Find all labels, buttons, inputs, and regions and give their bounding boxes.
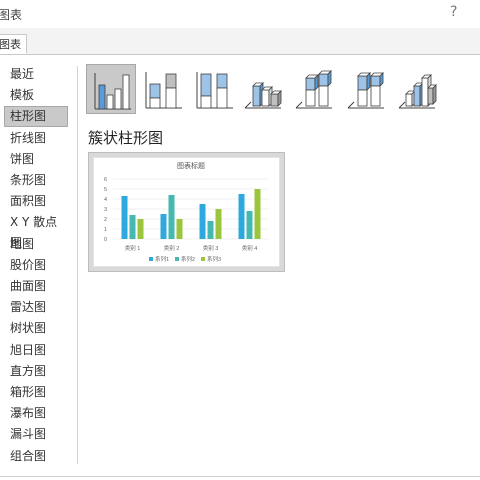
sidebar-item[interactable]: 旭日图 xyxy=(4,340,68,361)
legend-label: 系列1 xyxy=(155,255,169,263)
bar xyxy=(215,209,222,239)
chart-type-list: 最近 模板 柱形图 折线图 饼图 条形图 面积图 X Y 散点图 地图 股价图 曲面图 雷达图 树状图旭… xyxy=(0,64,72,468)
y-tick-label: 1 xyxy=(104,227,107,233)
y-tick-label: 6 xyxy=(104,177,107,183)
bar xyxy=(207,221,214,239)
legend-swatch xyxy=(201,257,205,261)
clustered-column-icon[interactable] xyxy=(86,64,136,114)
3d-clustered-column-icon[interactable] xyxy=(241,64,291,114)
preview-chart: 图表标题 0 1 2 3 4 5 6 类别 1 类别 2 类别 3 类别 4 系列1 系列2 系列3 xyxy=(104,161,269,263)
bar xyxy=(160,214,167,239)
3d-column-icon[interactable] xyxy=(395,64,445,114)
tab-chart[interactable]: 图表 xyxy=(0,34,27,54)
bar xyxy=(129,215,136,239)
legend-label: 系列3 xyxy=(207,255,221,263)
sidebar-item[interactable]: X Y 散点图 xyxy=(4,212,68,250)
bar xyxy=(254,189,261,239)
bar xyxy=(199,204,206,239)
sidebar-item[interactable]: 曲面图 xyxy=(4,276,68,297)
y-tick-label: 0 xyxy=(104,237,107,243)
sidebar-item[interactable]: 折线图 xyxy=(4,128,68,149)
legend-swatch xyxy=(175,257,179,261)
chart-subtype-title: 簇状柱形图 xyxy=(88,129,164,147)
window-title: 图表 xyxy=(0,8,23,22)
sidebar-item[interactable]: 漏斗图 xyxy=(4,424,68,445)
3d-percent-stacked-column-icon[interactable] xyxy=(344,64,394,114)
x-tick-label: 类别 3 xyxy=(203,244,219,252)
bar xyxy=(246,211,253,239)
divider xyxy=(77,66,78,464)
sidebar-item[interactable]: 面积图 xyxy=(4,191,68,212)
sidebar-item[interactable]: 直方图 xyxy=(4,361,68,382)
sidebar-item[interactable]: 股价图 xyxy=(4,255,68,276)
sidebar-item[interactable]: 条形图 xyxy=(4,170,68,191)
sidebar-item[interactable]: 模板 xyxy=(4,85,68,106)
y-tick-label: 5 xyxy=(104,187,107,193)
sidebar-item[interactable]: 瀑布图 xyxy=(4,403,68,424)
3d-stacked-column-icon[interactable] xyxy=(292,64,342,114)
sidebar-item[interactable]: 箱形图 xyxy=(4,382,68,403)
legend-swatch xyxy=(149,257,153,261)
sidebar-item[interactable]: 组合图 xyxy=(4,446,68,467)
bar xyxy=(137,219,144,239)
x-tick-label: 类别 1 xyxy=(125,244,141,252)
bar xyxy=(121,196,128,239)
title-bar: 图表 ? xyxy=(0,0,480,28)
sidebar-item[interactable]: 雷达图 xyxy=(4,297,68,318)
legend-label: 系列2 xyxy=(181,255,195,263)
x-tick-label: 类别 2 xyxy=(164,244,180,252)
sidebar-item[interactable]: 饼图 xyxy=(4,149,68,170)
sidebar-item[interactable]: 树状图 xyxy=(4,318,68,339)
bar xyxy=(176,219,183,239)
y-tick-label: 2 xyxy=(104,217,107,223)
stacked-column-icon[interactable] xyxy=(138,64,188,114)
y-tick-label: 3 xyxy=(104,207,107,213)
sidebar-item[interactable]: 地图 xyxy=(4,234,68,255)
chart-title: 图表标题 xyxy=(177,161,205,170)
help-icon[interactable]: ? xyxy=(450,4,457,20)
y-tick-label: 4 xyxy=(104,197,107,203)
bar xyxy=(238,194,245,239)
sidebar-item[interactable]: 柱形图 xyxy=(4,106,68,128)
bottom-divider xyxy=(0,476,480,477)
x-tick-label: 类别 4 xyxy=(242,244,258,252)
chart-preview[interactable]: 图表标题 0 1 2 3 4 5 6 类别 1 类别 2 类别 3 类别 4 系列1 系列2 系列3 xyxy=(88,152,285,272)
percent-stacked-column-icon[interactable] xyxy=(189,64,239,114)
bar xyxy=(168,195,175,239)
tab-strip xyxy=(0,28,480,55)
sidebar-item[interactable]: 最近 xyxy=(4,64,68,85)
